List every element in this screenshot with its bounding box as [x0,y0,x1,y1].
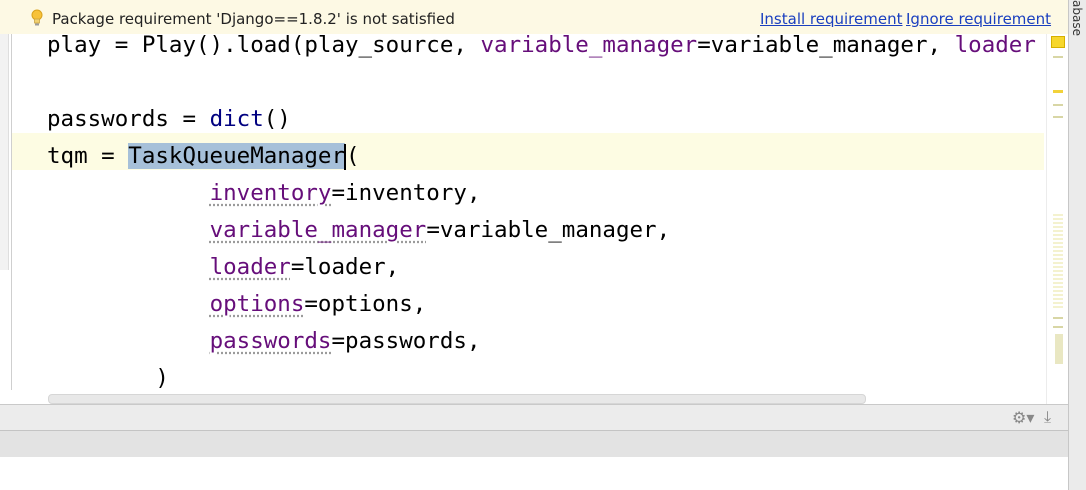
error-stripe[interactable] [1046,34,1069,404]
ignore-requirement-link[interactable]: Ignore requirement [906,10,1051,28]
code-token: ) [155,365,169,391]
gear-icon[interactable]: ⚙▾ [1012,408,1034,427]
code-token: loader [954,32,1036,58]
code-line[interactable]: ) [47,360,1036,397]
install-requirement-link[interactable]: Install requirement [760,10,902,28]
code-token: loader [209,254,291,280]
code-token: play = Play().load(play_source, [47,32,481,58]
code-token: =variable_manager, [697,32,955,58]
warning-marker-icon[interactable] [1051,36,1065,48]
code-token: =passwords, [331,328,481,354]
code-line[interactable]: variable_manager=variable_manager, [47,212,1036,249]
code-token: ( [346,143,360,169]
code-token: variable_manager [209,217,427,243]
code-token: () [263,106,291,132]
code-token: tqm = [47,143,129,169]
code-line[interactable] [47,64,1036,101]
code-line[interactable]: inventory=inventory, [47,175,1036,212]
occurrence-markers [1053,214,1063,309]
gutter-divider [11,34,12,390]
bottom-toolbar: ⚙▾ ⤓ [0,404,1068,431]
code-token: inventory [209,180,332,206]
code-line[interactable]: loader=loader, [47,249,1036,286]
tool-window-body [0,457,1068,490]
left-edge-panel [0,34,9,270]
tool-window-header [0,430,1068,458]
lightbulb-icon [31,9,43,26]
code-token: =loader, [290,254,400,280]
code-token: =variable_manager, [426,217,671,243]
code-token: passwords = [47,106,210,132]
code-token: passwords [209,328,332,354]
download-icon[interactable]: ⤓ [1044,407,1051,427]
code-token: =inventory, [331,180,481,206]
code-line[interactable]: play = Play().load(play_source, variable… [47,27,1036,64]
code-token: variable_manager [480,32,698,58]
code-line[interactable]: passwords = dict() [47,101,1036,138]
code-token: options [209,291,305,317]
selected-token: TaskQueueManager [128,143,346,169]
code-line[interactable]: options=options, [47,286,1036,323]
code-token: dict [209,106,264,132]
scroll-thumb[interactable] [1055,334,1063,364]
code-lines[interactable]: play = Play().load(play_source, variable… [47,27,1036,397]
code-token: =options, [304,291,427,317]
horizontal-scrollbar[interactable] [48,394,866,404]
right-tool-strip [1068,0,1086,490]
notification-message: Package requirement 'Django==1.8.2' is n… [52,10,455,28]
code-line[interactable]: passwords=passwords, [47,323,1036,360]
code-line[interactable]: tqm = TaskQueueManager( [47,138,1036,175]
database-tab[interactable]: abase [1070,0,1084,36]
